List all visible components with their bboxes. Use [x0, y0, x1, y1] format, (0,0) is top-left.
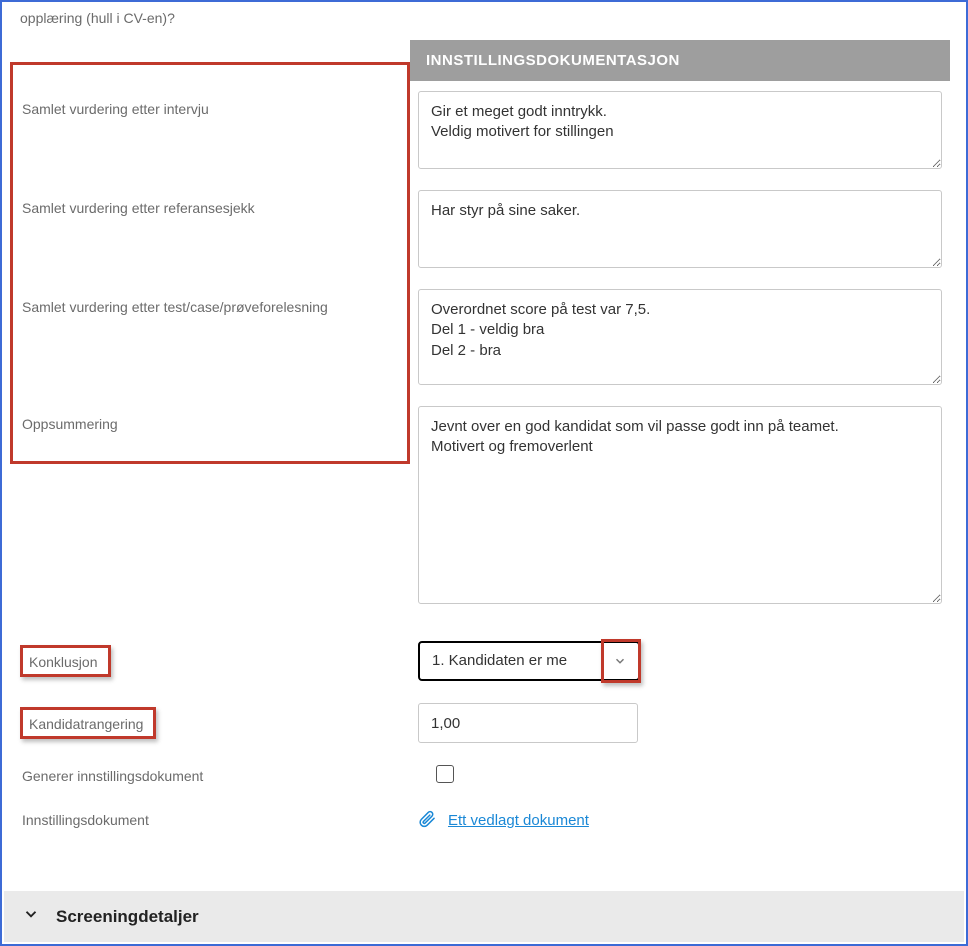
expander-screeningdetaljer[interactable]: Screeningdetaljer	[4, 891, 964, 942]
row-summary: Oppsummering	[18, 406, 950, 607]
textarea-interview[interactable]	[418, 91, 942, 169]
label-conclusion-highlight: Konklusjon	[20, 645, 111, 677]
label-ranking-highlight: Kandidatrangering	[20, 707, 156, 739]
label-summary: Oppsummering	[18, 406, 418, 432]
select-conclusion-value: 1. Kandidaten er me	[420, 643, 601, 678]
row-testcase: Samlet vurdering etter test/case/prøvefo…	[18, 289, 950, 388]
prev-section-fragment: opplæring (hull i CV-en)?	[10, 2, 958, 40]
form-area: Samlet vurdering etter intervju Samlet v…	[10, 81, 958, 831]
label-reference: Samlet vurdering etter referansesjekk	[18, 190, 418, 216]
checkbox-generate[interactable]	[436, 765, 454, 783]
label-testcase: Samlet vurdering etter test/case/prøvefo…	[18, 289, 418, 315]
textarea-reference[interactable]	[418, 190, 942, 268]
row-generate: Generer innstillingsdokument	[18, 765, 950, 786]
section-header-innstilling: INNSTILLINGSDOKUMENTASJON	[410, 40, 950, 81]
label-interview: Samlet vurdering etter intervju	[18, 91, 418, 117]
textarea-testcase[interactable]	[418, 289, 942, 385]
label-ranking: Kandidatrangering	[29, 716, 143, 732]
row-interview: Samlet vurdering etter intervju	[18, 91, 950, 172]
chevron-down-icon	[22, 905, 40, 928]
row-conclusion: Konklusjon 1. Kandidaten er me	[18, 641, 950, 681]
label-conclusion: Konklusjon	[29, 654, 98, 670]
textarea-summary[interactable]	[418, 406, 942, 604]
chevron-down-icon[interactable]	[602, 643, 638, 679]
link-attached-document[interactable]: Ett vedlagt dokument	[448, 812, 589, 829]
row-ranking: Kandidatrangering	[18, 703, 950, 743]
expander-label: Screeningdetaljer	[56, 907, 199, 927]
label-document: Innstillingsdokument	[22, 812, 149, 828]
row-reference: Samlet vurdering etter referansesjekk	[18, 190, 950, 271]
select-conclusion[interactable]: 1. Kandidaten er me	[418, 641, 640, 681]
paperclip-icon	[418, 810, 436, 831]
row-document: Innstillingsdokument Ett vedlagt dokumen…	[18, 808, 950, 831]
label-generate: Generer innstillingsdokument	[22, 768, 203, 784]
input-ranking[interactable]	[418, 703, 638, 743]
